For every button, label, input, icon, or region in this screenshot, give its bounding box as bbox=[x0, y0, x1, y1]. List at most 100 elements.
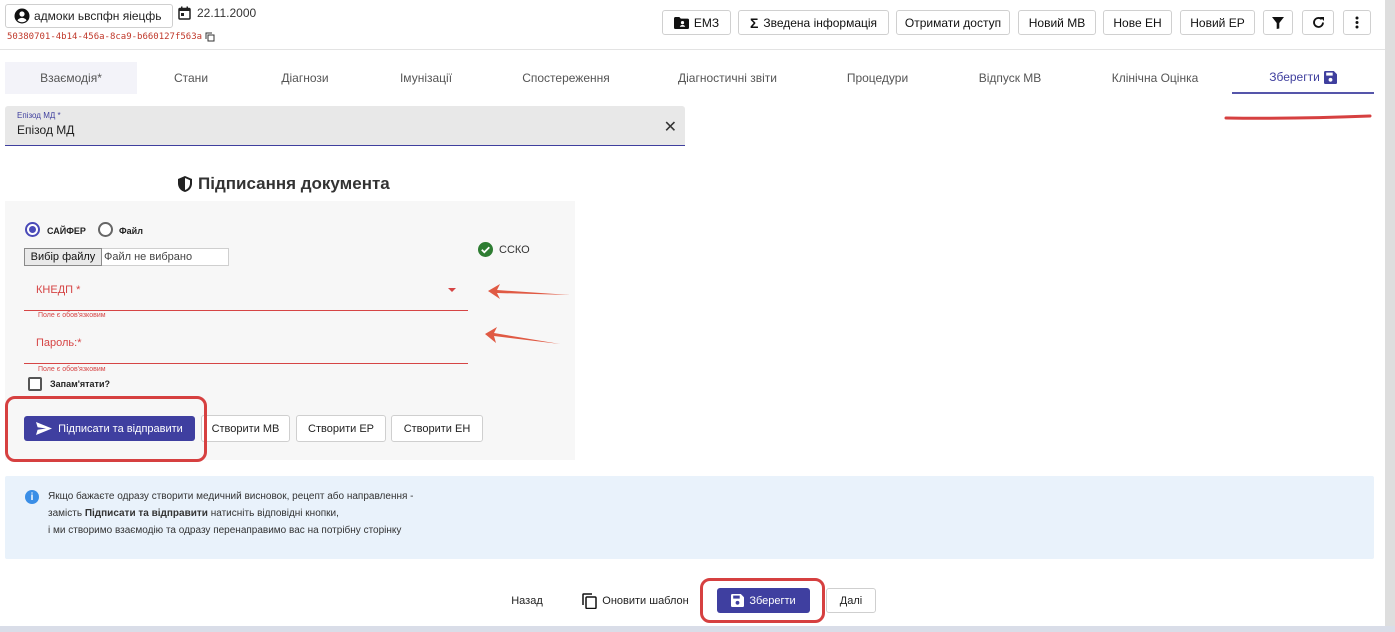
uuid-text: 50380701-4b14-456a-8ca9-b660127f563a bbox=[7, 32, 203, 42]
tab-label: Імунізації bbox=[399, 71, 453, 85]
tab-mv-dispense[interactable]: Відпуск МВ bbox=[945, 62, 1075, 94]
tab-immunizations[interactable]: Імунізації bbox=[365, 62, 487, 94]
filter-icon bbox=[1272, 16, 1284, 29]
annotation-arrow bbox=[485, 327, 560, 344]
radio-file[interactable] bbox=[98, 222, 113, 237]
new-er-label: Новий ЕР bbox=[1190, 15, 1245, 30]
episode-value: Епізод МД bbox=[17, 123, 75, 137]
clear-icon[interactable]: ✕ bbox=[664, 117, 677, 137]
app-header: адмоки ьвспфн яіецфь 22.11.2000 50380701… bbox=[0, 0, 1385, 50]
info-line-2-prefix: замість bbox=[48, 508, 85, 519]
radio-cipher[interactable] bbox=[25, 222, 40, 237]
tab-save[interactable]: Зберегти bbox=[1232, 62, 1374, 94]
refresh-template-button[interactable]: Оновити шаблон bbox=[578, 588, 693, 613]
sigma-icon: Σ bbox=[749, 14, 759, 31]
password-label: Пароль:* bbox=[36, 337, 82, 349]
tab-procedures[interactable]: Процедури bbox=[810, 62, 945, 94]
create-mv-button[interactable]: Створити МВ bbox=[201, 415, 290, 442]
info-line-2: замість Підписати та відправити натисніт… bbox=[48, 505, 414, 522]
tab-diagnostic-reports[interactable]: Діагностичні звіти bbox=[645, 62, 810, 94]
radio-file-label: Файл bbox=[119, 226, 143, 236]
file-name-display: Файл не вибрано bbox=[102, 248, 229, 266]
sign-title-text: Підписання документа bbox=[198, 174, 390, 193]
date-display: 22.11.2000 bbox=[178, 6, 256, 20]
tab-states[interactable]: Стани bbox=[137, 62, 245, 94]
tab-label: Спостереження bbox=[522, 71, 610, 85]
account-icon bbox=[14, 8, 30, 24]
shield-icon bbox=[178, 176, 192, 192]
filter-button[interactable] bbox=[1263, 10, 1293, 35]
check-circle-icon bbox=[478, 242, 493, 257]
tab-label: Відпуск МВ bbox=[978, 71, 1042, 85]
encounter-uuid: 50380701-4b14-456a-8ca9-b660127f563a bbox=[7, 32, 215, 42]
csko-status: ССКО bbox=[478, 242, 530, 257]
back-button[interactable]: Назад bbox=[503, 588, 551, 613]
create-er-button[interactable]: Створити ЕР bbox=[296, 415, 386, 442]
password-field[interactable]: Пароль:* bbox=[24, 322, 468, 364]
annotation-circle bbox=[700, 578, 825, 623]
episode-select[interactable]: Епізод МД * Епізод МД ✕ bbox=[5, 106, 685, 146]
info-line-1: Якщо бажаєте одразу створити медичний ви… bbox=[48, 491, 414, 502]
chevron-down-icon bbox=[448, 288, 456, 292]
new-en-button[interactable]: Нове ЕН bbox=[1103, 10, 1172, 35]
info-line-3: і ми створимо взаємодію та одразу перена… bbox=[48, 525, 402, 536]
tab-label: Клінічна Оцінка bbox=[1111, 71, 1199, 85]
new-en-label: Нове ЕН bbox=[1113, 15, 1162, 30]
next-button[interactable]: Далі bbox=[826, 588, 876, 613]
remember-label: Запам'ятати? bbox=[50, 379, 110, 389]
tab-label: Взаємодія* bbox=[40, 71, 102, 85]
info-icon: i bbox=[25, 490, 39, 504]
kep-label: КНЕДП * bbox=[36, 284, 81, 296]
csko-label: ССКО bbox=[499, 243, 530, 256]
new-mv-button[interactable]: Новий МВ bbox=[1018, 10, 1096, 35]
annotation-underline bbox=[1224, 114, 1372, 120]
folder-user-icon bbox=[673, 16, 689, 29]
tab-label: Діагнози bbox=[281, 71, 329, 85]
create-en-button[interactable]: Створити ЕН bbox=[391, 415, 483, 442]
kep-required-hint: Поле є обов'язковим bbox=[38, 312, 106, 319]
info-text: Якщо бажаєте одразу створити медичний ви… bbox=[48, 488, 414, 539]
tab-label: Процедури bbox=[846, 71, 909, 85]
tab-clinical-assessment[interactable]: Клінічна Оцінка bbox=[1075, 62, 1235, 94]
annotation-circle bbox=[5, 396, 207, 462]
more-vertical-icon bbox=[1355, 16, 1359, 29]
patient-button[interactable]: адмоки ьвспфн яіецфь bbox=[5, 4, 173, 28]
new-mv-label: Новий МВ bbox=[1028, 15, 1086, 30]
emz-button[interactable]: ЕМЗ bbox=[662, 10, 731, 35]
info-line-2-bold: Підписати та відправити bbox=[84, 508, 208, 519]
choose-file-button[interactable]: Вибір файлу bbox=[24, 248, 102, 266]
summary-button[interactable]: Σ Зведена інформація bbox=[738, 10, 889, 35]
annotation-arrow bbox=[488, 284, 570, 299]
copy-template-icon bbox=[582, 592, 598, 609]
get-access-label: Отримати доступ bbox=[904, 15, 1002, 30]
emz-label: ЕМЗ bbox=[693, 15, 720, 30]
refresh-icon bbox=[1312, 17, 1324, 28]
refresh-button[interactable] bbox=[1302, 10, 1334, 35]
kep-provider-select[interactable]: КНЕДП * bbox=[24, 269, 468, 311]
calendar-icon bbox=[178, 6, 191, 20]
scrollbar[interactable] bbox=[1385, 0, 1395, 632]
summary-label: Зведена інформація bbox=[763, 15, 878, 30]
date-text: 22.11.2000 bbox=[197, 6, 257, 20]
refresh-template-label: Оновити шаблон bbox=[602, 594, 689, 607]
remember-checkbox[interactable] bbox=[28, 377, 42, 391]
copy-icon[interactable] bbox=[205, 32, 215, 42]
bottom-edge bbox=[0, 626, 1395, 632]
get-access-button[interactable]: Отримати доступ bbox=[896, 10, 1010, 35]
tab-label: Стани bbox=[173, 71, 209, 85]
new-er-button[interactable]: Новий ЕР bbox=[1180, 10, 1255, 35]
sign-section-title: Підписання документа bbox=[178, 174, 390, 194]
tab-interaction[interactable]: Взаємодія* bbox=[5, 62, 137, 94]
info-line-2-suffix: натисніть відповідні кнопки, bbox=[207, 508, 339, 519]
info-banner: i Якщо бажаєте одразу створити медичний … bbox=[5, 476, 1374, 559]
tab-observations[interactable]: Спостереження bbox=[487, 62, 645, 94]
save-icon bbox=[1323, 70, 1337, 84]
more-menu-button[interactable] bbox=[1343, 10, 1371, 35]
tab-diagnoses[interactable]: Діагнози bbox=[245, 62, 365, 94]
tab-label: Зберегти bbox=[1269, 70, 1320, 84]
tab-label: Діагностичні звіти bbox=[678, 71, 777, 85]
episode-label: Епізод МД * bbox=[17, 111, 61, 120]
password-required-hint: Поле є обов'язковим bbox=[38, 366, 106, 373]
radio-cipher-label: САЙФЕР bbox=[47, 226, 86, 236]
patient-name: адмоки ьвспфн яіецфь bbox=[34, 9, 162, 23]
